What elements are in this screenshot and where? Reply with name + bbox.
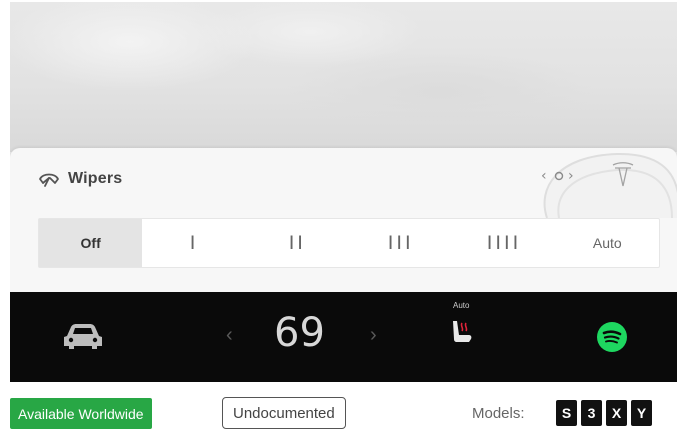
wiper-option-off[interactable]: Off xyxy=(39,219,143,267)
wiper-speed-selector: Off I II III IIII Auto xyxy=(38,218,660,268)
seat-heater-mode: Auto xyxy=(453,301,470,310)
wiper-option-1[interactable]: I xyxy=(142,219,245,267)
svg-text:‹: ‹ xyxy=(541,168,547,184)
wiper-option-auto[interactable]: Auto xyxy=(556,219,659,267)
steering-wheel-icon: ‹ › xyxy=(541,152,677,218)
climate-bar: ‹ 69 › Auto xyxy=(10,292,677,382)
spotify-icon[interactable] xyxy=(596,321,628,353)
availability-badge: Available Worldwide xyxy=(10,398,152,429)
model-chip-y: Y xyxy=(631,400,652,426)
wipers-panel: Wipers ‹ › Off I II III IIII Auto xyxy=(10,148,677,292)
temperature-value: 69 xyxy=(274,310,325,356)
car-icon[interactable] xyxy=(62,322,104,350)
camera-view xyxy=(10,2,677,152)
seat-heater-icon[interactable] xyxy=(448,318,474,346)
model-chip-x: X xyxy=(606,400,627,426)
documentation-badge: Undocumented xyxy=(222,397,346,429)
wipers-title: Wipers xyxy=(68,170,123,187)
wipers-header: Wipers xyxy=(38,170,122,188)
models-label: Models: xyxy=(472,405,525,422)
svg-text:›: › xyxy=(568,168,574,184)
model-chip-s: S xyxy=(556,400,577,426)
wiper-option-2[interactable]: II xyxy=(246,219,349,267)
model-chip-3: 3 xyxy=(581,400,602,426)
temp-increase-icon[interactable]: › xyxy=(370,324,377,347)
wiper-option-3[interactable]: III xyxy=(349,219,452,267)
temp-decrease-icon[interactable]: ‹ xyxy=(226,324,233,347)
vehicle-screen: Wipers ‹ › Off I II III IIII Auto ‹ 69 ›… xyxy=(10,2,677,382)
wiper-icon xyxy=(39,173,59,187)
wiper-option-4[interactable]: IIII xyxy=(452,219,555,267)
